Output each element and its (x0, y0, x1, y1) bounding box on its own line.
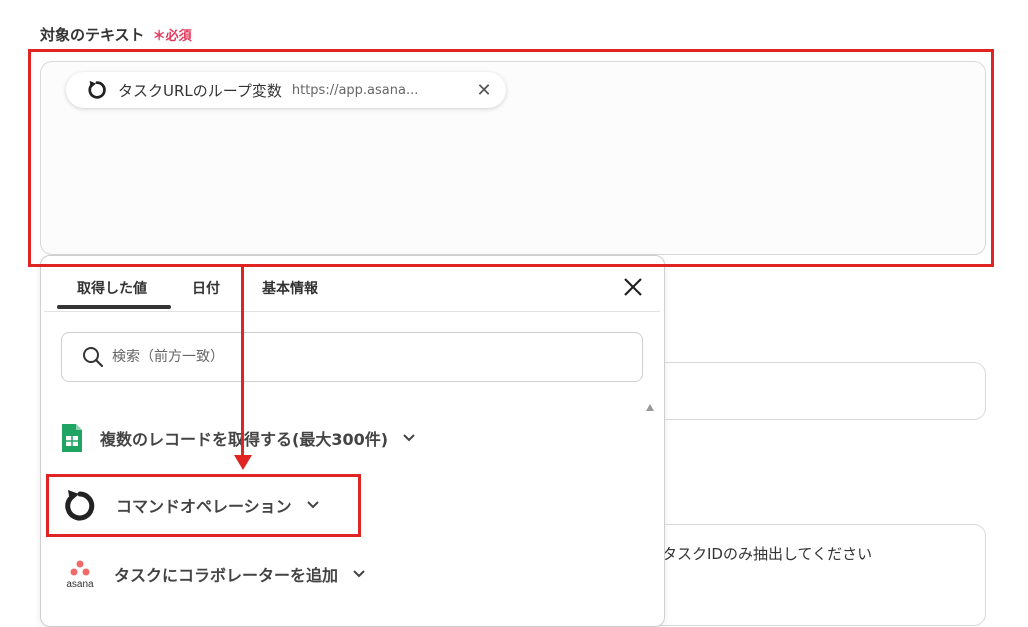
highlight-box (46, 474, 361, 537)
active-tab-indicator (57, 305, 171, 309)
highlight-box (28, 49, 994, 267)
field-label: 対象のテキスト ＊必須 (40, 24, 192, 45)
search-input[interactable] (110, 348, 594, 366)
scroll-up-arrow[interactable] (646, 404, 654, 411)
item-label: タスクにコラボレーターを追加 (114, 566, 339, 585)
asana-icon: asana (66, 560, 94, 589)
annotation-arrow (241, 267, 244, 457)
tab-acquired-values[interactable]: 取得した値 (77, 278, 147, 298)
annotation-arrow-head (234, 455, 252, 470)
svg-text:asana: asana (66, 579, 94, 589)
google-sheets-icon (62, 424, 82, 452)
background-field-text: タスクIDのみ抽出してください (662, 545, 873, 563)
search-box (61, 332, 643, 382)
close-icon[interactable] (620, 274, 646, 300)
field-label-text: 対象のテキスト (40, 26, 145, 44)
tab-date[interactable]: 日付 (192, 278, 220, 298)
item-label: 複数のレコードを取得する(最大300件) (100, 430, 389, 449)
chevron-down-icon (353, 570, 365, 578)
tab-basic-info[interactable]: 基本情報 (262, 278, 318, 298)
chevron-down-icon (403, 434, 415, 442)
required-mark: ＊必須 (152, 29, 192, 44)
search-icon (83, 347, 104, 368)
list-item-add-collaborator[interactable]: asana タスクにコラボレーターを追加 (60, 556, 366, 592)
list-item-get-records[interactable]: 複数のレコードを取得する(最大300件) (60, 420, 416, 456)
tab-divider (44, 311, 660, 312)
